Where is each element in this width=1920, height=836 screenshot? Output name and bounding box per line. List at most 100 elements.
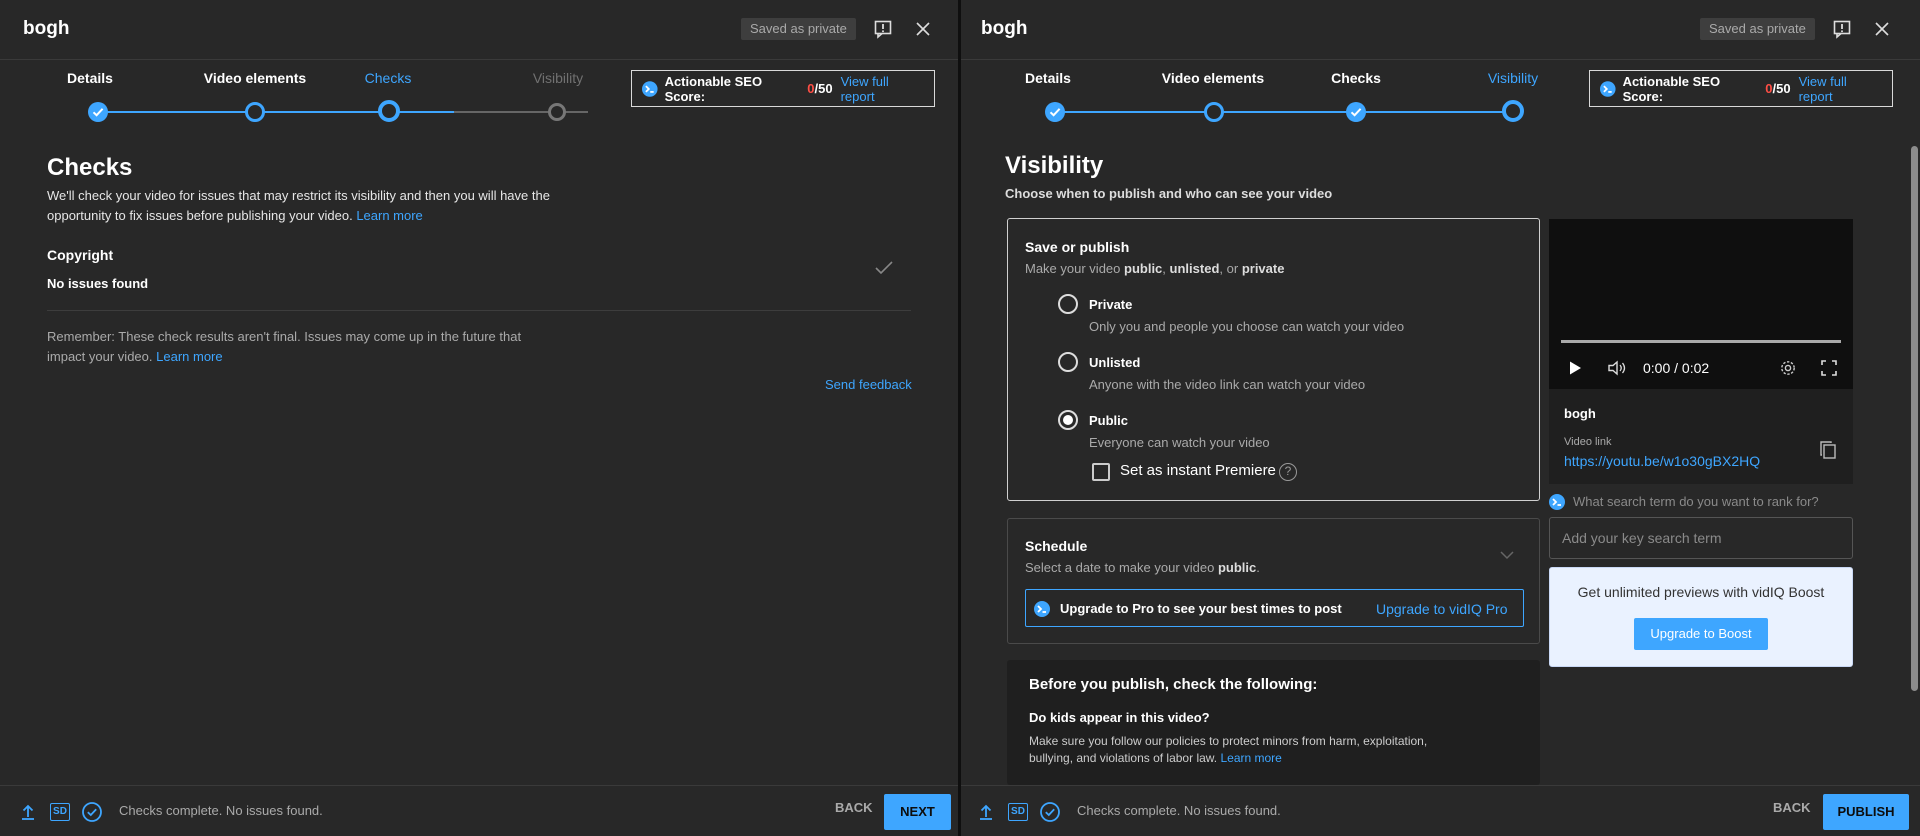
chevron-down-icon[interactable]	[1499, 547, 1515, 565]
step-details[interactable]: Details	[998, 70, 1098, 122]
view-full-report-link[interactable]: View full report	[841, 74, 924, 104]
checks-complete-icon[interactable]	[80, 800, 104, 824]
help-icon[interactable]: ?	[1279, 463, 1297, 481]
vidiq-boost-card: Get unlimited previews with vidIQ Boost …	[1549, 567, 1853, 667]
upload-icon[interactable]	[16, 800, 40, 824]
check-icon	[874, 260, 894, 281]
step-checks[interactable]: Checks	[1316, 70, 1396, 122]
learn-more-link[interactable]: Learn more	[156, 349, 222, 364]
before-publish-card: Before you publish, check the following:…	[1007, 660, 1540, 785]
private-desc: Only you and people you choose can watch…	[1089, 319, 1405, 334]
step-video-elements[interactable]: Video elements	[1138, 70, 1288, 122]
vidiq-logo-icon	[1549, 494, 1565, 510]
private-radio[interactable]	[1058, 294, 1078, 314]
divider	[47, 310, 911, 311]
upgrade-vidiq-pro-link[interactable]: Upgrade to vidIQ Pro	[1376, 599, 1508, 619]
scrollbar[interactable]	[1911, 146, 1918, 691]
schedule-card[interactable]: Schedule Select a date to make your vide…	[1007, 518, 1540, 644]
private-label[interactable]: Private	[1089, 295, 1132, 315]
back-button[interactable]: BACK	[835, 800, 873, 815]
instant-premiere-label[interactable]: Set as instant Premiere	[1120, 461, 1276, 481]
vidiq-logo-icon	[1034, 601, 1050, 617]
upload-stepper: Details Video elements Checks Visibility	[40, 70, 600, 130]
step-dot-active-icon	[378, 100, 400, 122]
vidiq-logo-icon	[642, 80, 658, 97]
check-icon	[1045, 102, 1065, 122]
stepper-progress-line	[1055, 111, 1523, 113]
step-visibility[interactable]: Visibility	[508, 70, 608, 121]
step-dot-icon	[1204, 102, 1224, 122]
seo-score-max: /50	[1772, 81, 1791, 96]
upgrade-pro-text: Upgrade to Pro to see your best times to…	[1060, 601, 1342, 616]
boost-text: Get unlimited previews with vidIQ Boost	[1577, 584, 1825, 600]
video-title: bogh	[23, 18, 70, 39]
close-icon[interactable]	[910, 16, 936, 42]
unlisted-desc: Anyone with the video link can watch you…	[1089, 377, 1366, 392]
check-icon	[88, 102, 108, 122]
saved-status-badge: Saved as private	[741, 18, 856, 40]
back-button[interactable]: BACK	[1773, 800, 1811, 815]
learn-more-link[interactable]: Learn more	[356, 208, 422, 223]
feedback-icon[interactable]	[1829, 16, 1855, 42]
seo-score-box: Actionable SEO Score: 0/50 View full rep…	[1589, 70, 1893, 107]
view-full-report-link[interactable]: View full report	[1799, 74, 1882, 104]
dialog-header: bogh Saved as private	[0, 0, 958, 60]
video-progress-bar[interactable]	[1561, 340, 1841, 343]
step-video-elements[interactable]: Video elements	[180, 70, 330, 122]
video-player[interactable]: 0:00 / 0:02	[1549, 219, 1853, 389]
copyright-status: No issues found	[47, 276, 149, 291]
remember-note: Remember: These check results aren't fin…	[47, 329, 522, 364]
play-icon[interactable]	[1567, 360, 1583, 381]
video-time: 0:00 / 0:02	[1643, 360, 1710, 376]
sd-quality-icon[interactable]: SD	[1006, 800, 1030, 824]
step-visibility[interactable]: Visibility	[1463, 70, 1563, 122]
close-icon[interactable]	[1869, 16, 1895, 42]
key-search-term-input[interactable]: Add your key search term	[1549, 517, 1853, 559]
seo-score-label: Actionable SEO Score:	[664, 73, 763, 104]
kids-question: Do kids appear in this video?	[1029, 710, 1210, 725]
page-title: Visibility	[1005, 152, 1104, 179]
unlisted-radio[interactable]	[1058, 352, 1078, 372]
checks-intro: We'll check your video for issues that m…	[47, 188, 550, 223]
settings-gear-icon[interactable]	[1779, 359, 1797, 382]
before-publish-title: Before you publish, check the following:	[1029, 676, 1318, 693]
video-title: bogh	[981, 18, 1028, 39]
publish-button[interactable]: PUBLISH	[1823, 794, 1909, 830]
fullscreen-icon[interactable]	[1821, 360, 1837, 381]
seo-score-value: 0	[807, 81, 815, 96]
page-subtitle: Choose when to publish and who can see y…	[1005, 186, 1333, 201]
checks-complete-icon[interactable]	[1038, 800, 1062, 824]
video-link[interactable]: https://youtu.be/w1o30gBX2HQ	[1564, 451, 1760, 471]
upload-dialog-visibility: bogh Saved as private Details Video elem…	[961, 0, 1920, 836]
public-radio[interactable]	[1058, 410, 1078, 430]
sd-quality-icon[interactable]: SD	[48, 800, 72, 824]
video-link-label: Video link	[1564, 436, 1612, 448]
step-details[interactable]: Details	[40, 70, 140, 122]
dialog-header: bogh Saved as private	[961, 0, 1920, 60]
dialog-footer: SD Checks complete. No issues found. BAC…	[961, 785, 1920, 836]
unlisted-label[interactable]: Unlisted	[1089, 353, 1140, 373]
upload-stepper: Details Video elements Checks Visibility	[998, 70, 1558, 130]
copyright-title: Copyright	[47, 247, 114, 263]
preview-video-title: bogh	[1564, 406, 1596, 421]
seo-score-value: 0	[1765, 81, 1773, 96]
copy-icon[interactable]	[1819, 440, 1837, 465]
vidiq-logo-icon	[1600, 80, 1616, 97]
feedback-icon[interactable]	[870, 16, 896, 42]
upload-icon[interactable]	[974, 800, 998, 824]
step-checks[interactable]: Checks	[348, 70, 428, 122]
schedule-desc: Select a date to make your video public.	[1025, 560, 1260, 575]
next-button[interactable]: NEXT	[884, 794, 951, 830]
dialog-footer: SD Checks complete. No issues found. BAC…	[0, 785, 958, 836]
footer-status-text: Checks complete. No issues found.	[1077, 803, 1281, 818]
public-label[interactable]: Public	[1089, 411, 1128, 431]
learn-more-link[interactable]: Learn more	[1220, 751, 1281, 765]
kids-policy-text: Make sure you follow our policies to pro…	[1029, 734, 1428, 765]
volume-icon[interactable]	[1607, 360, 1627, 381]
upgrade-to-boost-button[interactable]: Upgrade to Boost	[1634, 618, 1768, 650]
page-title: Checks	[47, 154, 133, 181]
send-feedback-link[interactable]: Send feedback	[825, 375, 912, 395]
instant-premiere-checkbox[interactable]	[1092, 463, 1110, 481]
footer-status-text: Checks complete. No issues found.	[119, 803, 323, 818]
upgrade-pro-banner[interactable]: Upgrade to Pro to see your best times to…	[1025, 589, 1524, 627]
